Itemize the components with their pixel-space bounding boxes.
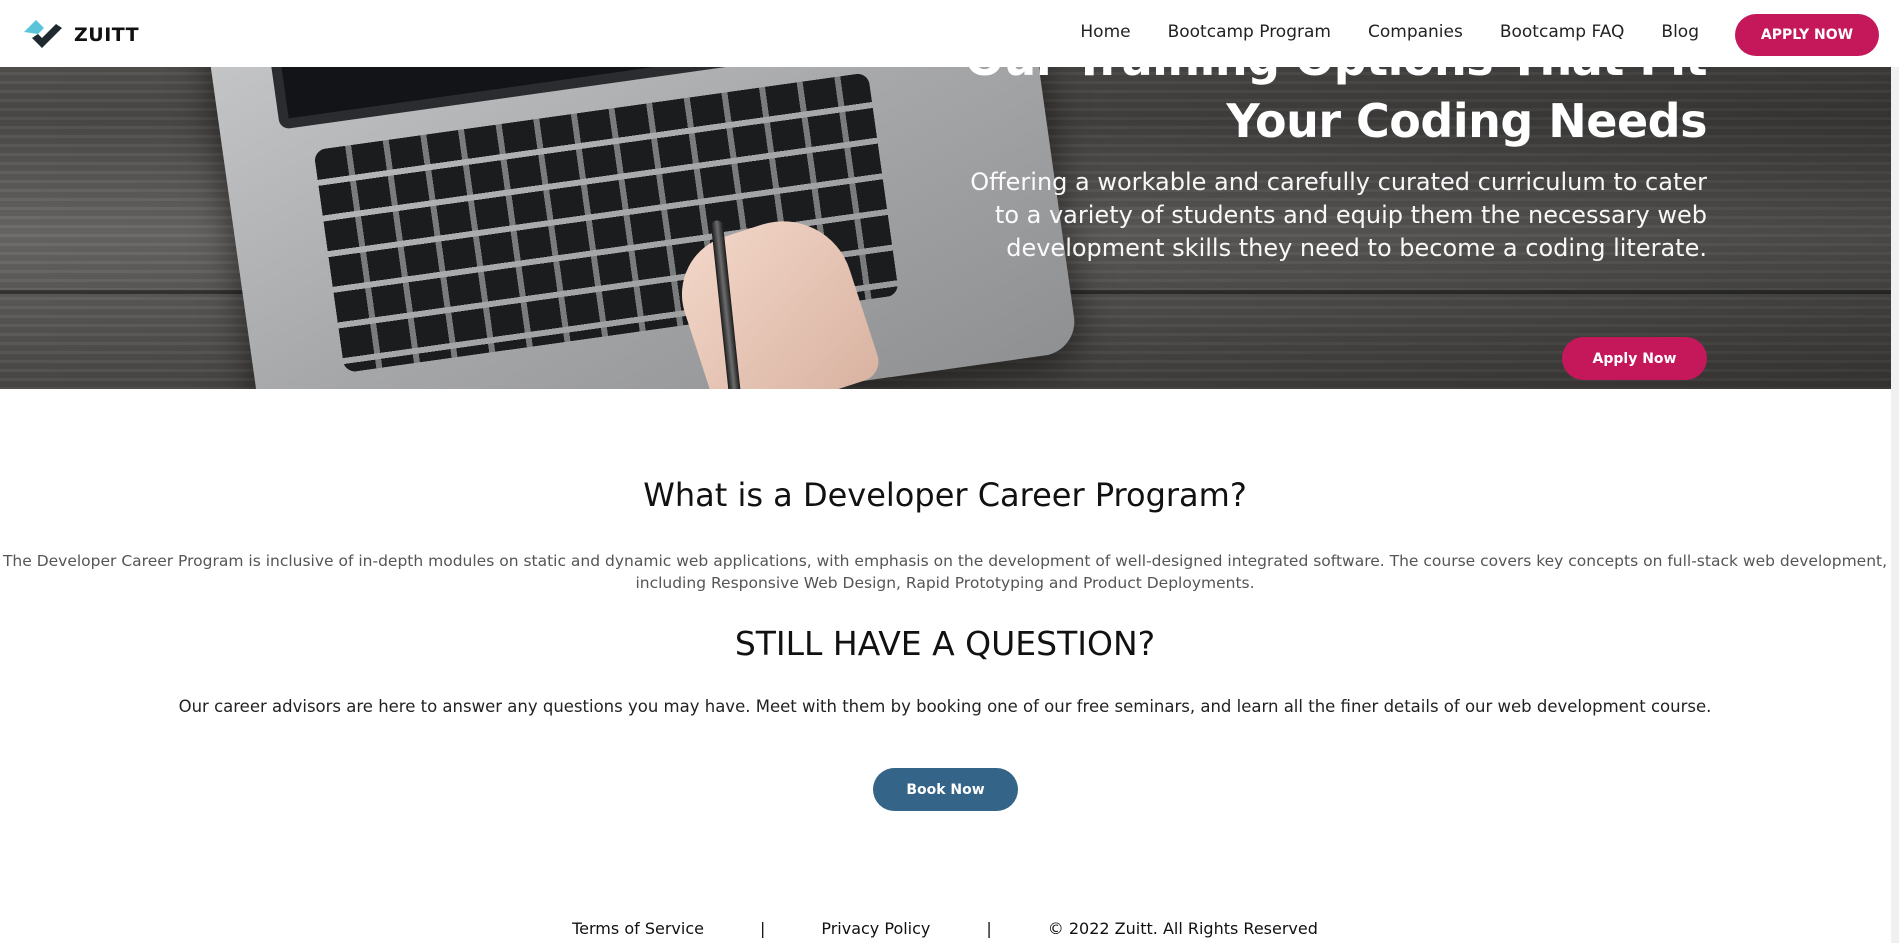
footer-copyright: © 2022 Zuitt. All Rights Reserved bbox=[1047, 919, 1318, 938]
nav-apply-button[interactable]: APPLY NOW bbox=[1735, 14, 1879, 56]
brand-name: ZUITT bbox=[74, 24, 140, 46]
book-now-button[interactable]: Book Now bbox=[873, 768, 1018, 811]
hero-title-line2: Your Coding Needs bbox=[1226, 94, 1707, 148]
nav-link-companies[interactable]: Companies bbox=[1368, 22, 1463, 42]
question-title: STILL HAVE A QUESTION? bbox=[734, 624, 1156, 663]
nav-links: Home Bootcamp Program Companies Bootcamp… bbox=[1080, 22, 1699, 42]
nav-link-bootcamp-program[interactable]: Bootcamp Program bbox=[1168, 22, 1331, 42]
hero-apply-button[interactable]: Apply Now bbox=[1562, 337, 1707, 380]
nav-link-blog[interactable]: Blog bbox=[1661, 22, 1699, 42]
footer: Terms of Service | Privacy Policy | © 20… bbox=[0, 919, 1890, 938]
zuitt-logo-icon bbox=[24, 20, 62, 48]
footer-separator: | bbox=[986, 919, 992, 938]
footer-separator: | bbox=[759, 919, 766, 938]
brand-logo[interactable]: ZUITT bbox=[22, 18, 139, 52]
footer-terms-link[interactable]: Terms of Service bbox=[572, 919, 704, 938]
question-description: Our career advisors are here to answer a… bbox=[178, 697, 1712, 716]
nav-link-bootcamp-faq[interactable]: Bootcamp FAQ bbox=[1500, 22, 1625, 42]
page-scrollbar[interactable] bbox=[1891, 67, 1899, 943]
nav-link-home[interactable]: Home bbox=[1080, 22, 1130, 42]
footer-privacy-link[interactable]: Privacy Policy bbox=[821, 919, 930, 938]
program-description: The Developer Career Program is inclusiv… bbox=[2, 552, 1888, 592]
navbar: ZUITT Home Bootcamp Program Companies Bo… bbox=[0, 0, 1899, 67]
program-title: What is a Developer Career Program? bbox=[643, 476, 1247, 514]
hero-subtitle: Offering a workable and carefully curate… bbox=[970, 168, 1707, 262]
